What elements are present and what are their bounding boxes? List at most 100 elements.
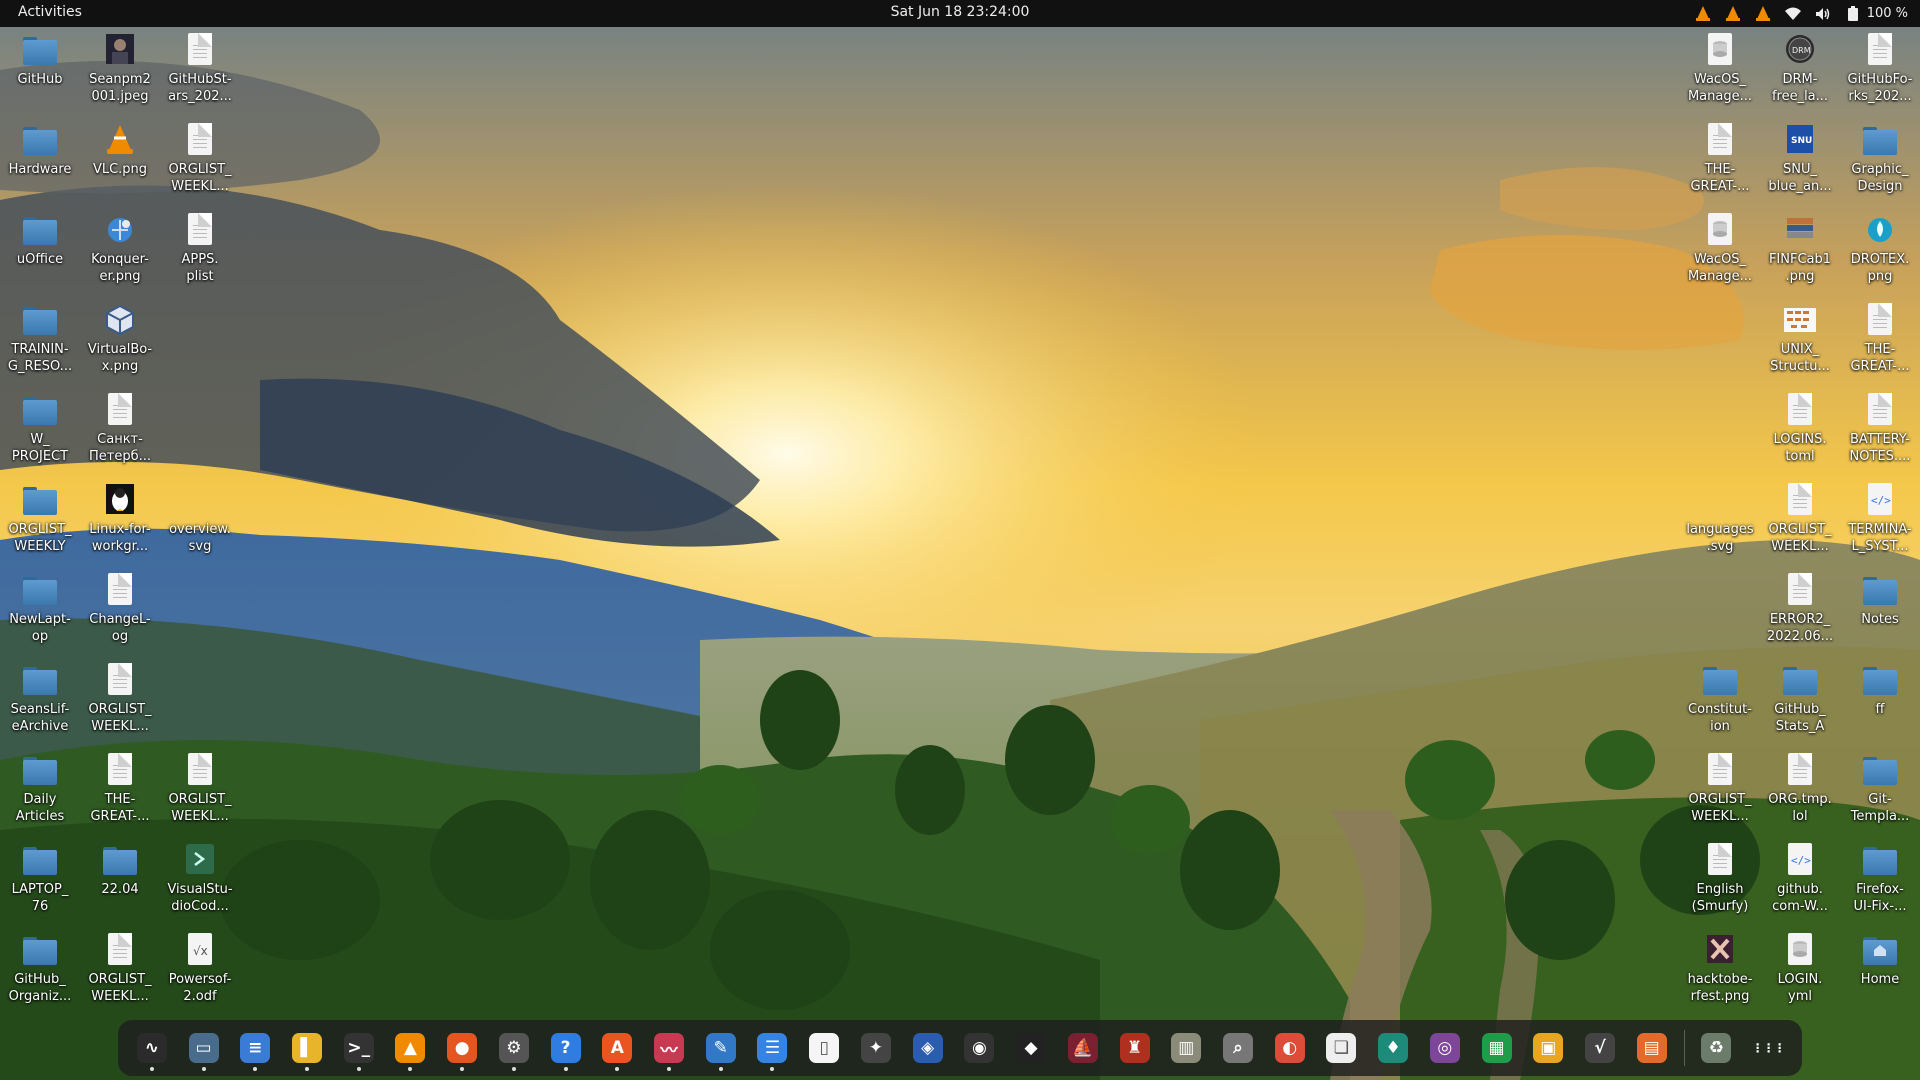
dock-item-settings[interactable]: ⚙ [488, 1022, 540, 1074]
dock-item-chrome[interactable]: ◐ [1264, 1022, 1316, 1074]
desktop-icon[interactable]: </> TERMINA- L_SYST... [1840, 482, 1920, 555]
desktop-icon[interactable]: Konquer- er.png [80, 212, 160, 285]
desktop-icon[interactable]: VLC.png [80, 122, 160, 178]
desktop-icon[interactable]: ORGLIST_ WEEKL... [1760, 482, 1840, 555]
desktop-icon[interactable]: W_ PROJECT [0, 392, 80, 465]
desktop-icon[interactable]: WacOS_ Manage... [1680, 212, 1760, 285]
desktop-icon[interactable]: Daily Articles [0, 752, 80, 825]
dock-item-impress[interactable]: ▣ [1522, 1022, 1574, 1074]
desktop-icon[interactable]: languages .svg [1680, 482, 1760, 555]
volume-icon[interactable] [1815, 6, 1831, 22]
desktop-icon[interactable]: GitHub_ Stats_A [1760, 662, 1840, 735]
desktop-icon[interactable]: ff [1840, 662, 1920, 718]
desktop-icon[interactable]: ORG.tmp. lol [1760, 752, 1840, 825]
vlc-icon[interactable] [1755, 6, 1771, 22]
desktop-icon[interactable]: √x Powersof- 2.odf [160, 932, 240, 1005]
dock-item-tweaks[interactable]: ☰ [747, 1022, 799, 1074]
dock-item-calc[interactable]: ▦ [1471, 1022, 1523, 1074]
desktop-icon[interactable]: Санкт- Петерб... [80, 392, 160, 465]
desktop-icon[interactable]: ORGLIST_ WEEKLY [0, 482, 80, 555]
desktop-icon[interactable]: THE- GREAT-... [1840, 302, 1920, 375]
desktop-icon[interactable]: GitHub_ Organiz... [0, 932, 80, 1005]
desktop-icon[interactable]: WacOS_ Manage... [1680, 32, 1760, 105]
dock-item-show-apps[interactable]: ⋮⋮⋮ [1742, 1022, 1794, 1074]
desktop-icon[interactable]: hacktobe- rfest.png [1680, 932, 1760, 1005]
dock-item-game-mario[interactable]: ♜ [1109, 1022, 1161, 1074]
desktop-icon[interactable]: APPS. plist [160, 212, 240, 285]
desktop-icon[interactable]: uOffice [0, 212, 80, 268]
datetime-button[interactable]: Sat Jun 18 23:24:00 [891, 4, 1030, 20]
dock-item-camera[interactable]: ◉ [954, 1022, 1006, 1074]
desktop-icon[interactable]: LAPTOP_ 76 [0, 842, 80, 915]
dock-item-system-monitor[interactable]: ∿ [126, 1022, 178, 1074]
desktop-icon[interactable]: ORGLIST_ WEEKL... [160, 122, 240, 195]
desktop-icon[interactable]: TRAININ- G_RESO... [0, 302, 80, 375]
desktop-icon[interactable]: Constitut- ion [1680, 662, 1760, 735]
desktop-icon[interactable]: ORGLIST_ WEEKL... [80, 662, 160, 735]
desktop-icon[interactable]: DRM DRM- free_la... [1760, 32, 1840, 105]
desktop-icon[interactable]: LOGINS. toml [1760, 392, 1840, 465]
dock-item-vlc[interactable]: ▲ [385, 1022, 437, 1074]
desktop-icon[interactable]: Home [1840, 932, 1920, 988]
desktop-icon[interactable]: ORGLIST_ WEEKL... [80, 932, 160, 1005]
dock-item-tor[interactable]: ◎ [1419, 1022, 1471, 1074]
dock-item-virtualbox[interactable]: ◈ [902, 1022, 954, 1074]
desktop-icon[interactable]: Git- Templa... [1840, 752, 1920, 825]
wifi-icon[interactable] [1784, 6, 1801, 22]
vlc-icon[interactable] [1695, 6, 1711, 22]
dock-item-trash[interactable]: ♻ [1691, 1022, 1743, 1074]
desktop-icon[interactable]: GitHubFo- rks_202... [1840, 32, 1920, 105]
activities-button[interactable]: Activities [18, 4, 82, 20]
desktop-icon[interactable]: 22.04 [80, 842, 160, 898]
desktop-icon[interactable]: Firefox- UI-Fix-... [1840, 842, 1920, 915]
desktop-icon[interactable]: VirtualBo- x.png [80, 302, 160, 375]
dock-item-inkscape[interactable]: ◆ [1005, 1022, 1057, 1074]
vlc-icon[interactable] [1725, 6, 1741, 22]
desktop-icon[interactable]: ORGLIST_ WEEKL... [1680, 752, 1760, 825]
dock-item-writer[interactable]: ✎ [695, 1022, 747, 1074]
desktop-icon[interactable]: BATTERY- NOTES.... [1840, 392, 1920, 465]
desktop-icon[interactable]: Linux-for- workgr... [80, 482, 160, 555]
desktop-icon[interactable]: GitHubSt- ars_202... [160, 32, 240, 105]
dock-item-firefox[interactable]: ● [436, 1022, 488, 1074]
desktop-icon[interactable]: Graphic_ Design [1840, 122, 1920, 195]
dock-item-notes[interactable]: ▌ [281, 1022, 333, 1074]
desktop-icon[interactable]: SeansLif- eArchive [0, 662, 80, 735]
dock-item-draw[interactable]: ▤ [1626, 1022, 1678, 1074]
dock-item-telescope[interactable]: ✦ [850, 1022, 902, 1074]
dock-item-app-green[interactable]: ♦ [1367, 1022, 1419, 1074]
desktop-icon[interactable]: SNU SNU_ blue_an... [1760, 122, 1840, 195]
desktop-icon[interactable]: ChangeL- og [80, 572, 160, 645]
desktop-icon[interactable]: Seanpm2 001.jpeg [80, 32, 160, 105]
desktop-icon[interactable]: DROTEX. png [1840, 212, 1920, 285]
dock-item-files[interactable]: ▭ [178, 1022, 230, 1074]
desktop-icon[interactable]: VisualStu- dioCod... [160, 842, 240, 915]
dock-item-terminal[interactable]: >_ [333, 1022, 385, 1074]
dock-item-archive[interactable]: ▥ [1160, 1022, 1212, 1074]
dock-item-activity[interactable]: 〰 [643, 1022, 695, 1074]
desktop-icon[interactable]: ORGLIST_ WEEKL... [160, 752, 240, 825]
dock-item-app-book[interactable]: ❏ [1316, 1022, 1368, 1074]
desktop-icon[interactable]: Hardware [0, 122, 80, 178]
desktop-icon[interactable]: English (Smurfy) [1680, 842, 1760, 915]
desktop-icon[interactable]: </> github. com-W... [1760, 842, 1840, 915]
dock-item-software[interactable]: A [591, 1022, 643, 1074]
dock-item-math[interactable]: √ [1574, 1022, 1626, 1074]
dock-item-text-editor[interactable]: ≡ [229, 1022, 281, 1074]
dock-item-image-viewer[interactable]: ⌕ [1212, 1022, 1264, 1074]
desktop-icon[interactable]: UNIX_ Structu... [1760, 302, 1840, 375]
dock-item-document[interactable]: ▯ [798, 1022, 850, 1074]
dock-item-game-ship[interactable]: ⛵ [1057, 1022, 1109, 1074]
system-tray[interactable]: 100 % [1695, 0, 1908, 27]
dock-item-help[interactable]: ? [540, 1022, 592, 1074]
desktop-icon[interactable]: Notes [1840, 572, 1920, 628]
desktop-icon[interactable]: THE- GREAT-... [80, 752, 160, 825]
desktop-icon[interactable]: FINFCab1 .png [1760, 212, 1840, 285]
desktop-icon[interactable]: GitHub [0, 32, 80, 88]
desktop-icon[interactable]: NewLapt- op [0, 572, 80, 645]
desktop-icon[interactable]: overview. svg [160, 482, 240, 555]
battery-icon[interactable] [1845, 6, 1861, 22]
desktop-icon[interactable]: LOGIN. yml [1760, 932, 1840, 1005]
desktop-icon[interactable]: ERROR2_ 2022.06... [1760, 572, 1840, 645]
desktop-icon[interactable]: THE- GREAT-... [1680, 122, 1760, 195]
